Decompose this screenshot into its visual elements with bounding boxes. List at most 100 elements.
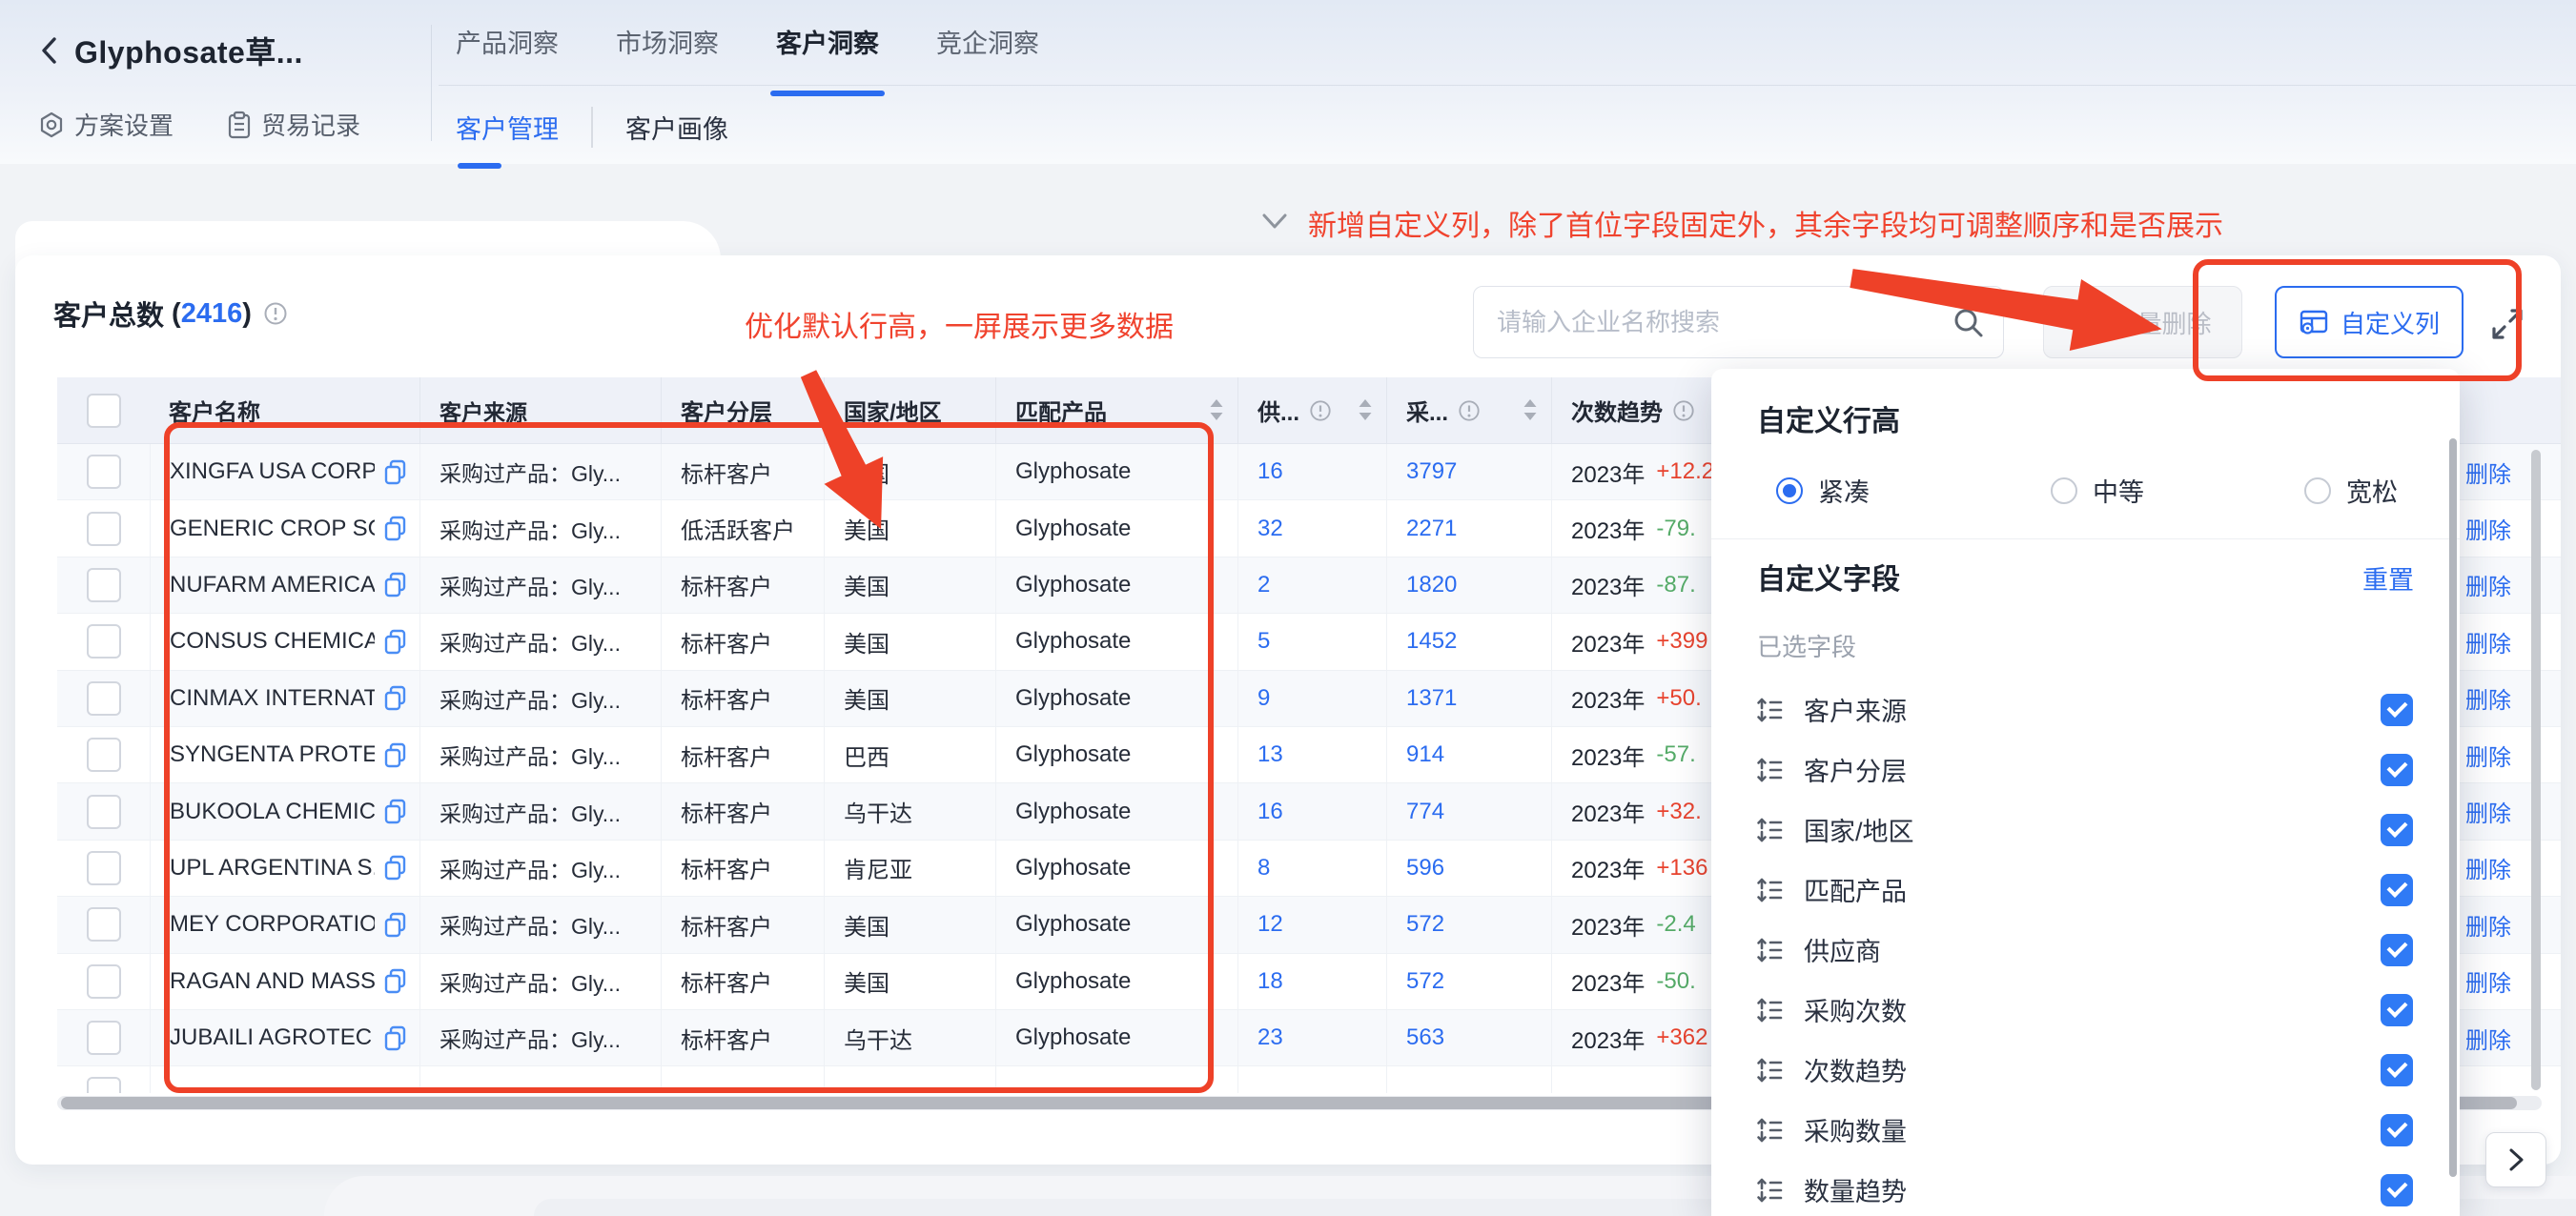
column-header[interactable]: 供... [1237,377,1386,443]
delete-row-link[interactable]: 删除 [2462,614,2561,670]
row-checkbox[interactable] [87,681,121,716]
next-page-button[interactable] [2485,1132,2546,1187]
field-checkbox[interactable] [2381,1174,2413,1206]
drag-handle-icon[interactable] [1754,755,1785,785]
row-checkbox[interactable] [87,964,121,999]
panel-scrollbar[interactable] [2449,438,2457,1177]
search-input[interactable] [1473,286,2004,358]
suppliers-link[interactable]: 12 [1257,911,1283,938]
trend-value: -79. [1656,516,1695,542]
purchase-count-link[interactable]: 1452 [1406,628,1457,655]
sub-tab[interactable]: 客户画像 [591,107,761,148]
sub-tab[interactable]: 客户管理 [456,107,591,148]
search-icon[interactable] [1951,305,1987,346]
delete-row-link[interactable]: 删除 [2462,1010,2561,1066]
delete-row-link[interactable]: 删除 [2462,671,2561,727]
field-checkbox[interactable] [2381,1054,2413,1086]
delete-row-link[interactable]: 删除 [2462,897,2561,953]
field-row[interactable]: 客户来源 [1711,679,2460,740]
info-icon[interactable] [1672,399,1695,422]
field-checkbox[interactable] [2381,754,2413,786]
scheme-settings-link[interactable]: 方案设置 [38,107,174,142]
purchase-count-link[interactable]: 572 [1406,968,1444,995]
drag-handle-icon[interactable] [1754,1175,1785,1206]
delete-row-link[interactable] [2462,1066,2561,1093]
field-row[interactable]: 供应商 [1711,920,2460,980]
drag-handle-icon[interactable] [1754,1115,1785,1145]
row-height-option[interactable]: 宽松 [2304,472,2398,509]
back-icon[interactable] [38,34,61,67]
sort-icon[interactable] [1209,398,1224,423]
purchase-count-link[interactable]: 596 [1406,855,1444,882]
suppliers-link[interactable]: 32 [1257,516,1283,542]
suppliers-link[interactable]: 8 [1257,855,1270,882]
field-checkbox[interactable] [2381,814,2413,846]
field-checkbox[interactable] [2381,874,2413,906]
sort-icon[interactable] [1523,398,1538,423]
delete-row-link[interactable]: 删除 [2462,727,2561,783]
purchase-count-link[interactable]: 1371 [1406,685,1457,712]
drag-handle-icon[interactable] [1754,995,1785,1025]
reset-link[interactable]: 重置 [2362,559,2414,597]
info-icon[interactable] [1309,399,1332,422]
delete-row-link[interactable]: 删除 [2462,557,2561,614]
suppliers-link[interactable]: 5 [1257,628,1270,655]
info-icon[interactable] [263,301,288,326]
field-row[interactable]: 采购次数 [1711,980,2460,1040]
delete-row-link[interactable]: 删除 [2462,444,2561,500]
row-checkbox[interactable] [87,795,121,829]
row-checkbox[interactable] [87,738,121,772]
row-checkbox[interactable] [87,907,121,942]
row-checkbox[interactable] [87,1077,121,1093]
field-checkbox[interactable] [2381,994,2413,1026]
drag-handle-icon[interactable] [1754,1055,1785,1085]
field-checkbox[interactable] [2381,1114,2413,1146]
field-row[interactable]: 匹配产品 [1711,860,2460,920]
column-header[interactable]: 采... [1386,377,1551,443]
suppliers-link[interactable]: 18 [1257,968,1283,995]
field-row[interactable]: 采购数量 [1711,1100,2460,1160]
suppliers-link[interactable]: 9 [1257,685,1270,712]
select-all-checkbox[interactable] [87,394,121,428]
field-row[interactable]: 国家/地区 [1711,800,2460,860]
drag-handle-icon[interactable] [1754,935,1785,965]
drag-handle-icon[interactable] [1754,815,1785,845]
drag-handle-icon[interactable] [1754,695,1785,725]
purchase-count-link[interactable]: 1820 [1406,572,1457,598]
purchase-count-link[interactable]: 3797 [1406,458,1457,485]
purchase-count-link[interactable]: 774 [1406,799,1444,825]
row-checkbox[interactable] [87,851,121,885]
row-checkbox[interactable] [87,1021,121,1055]
trade-records-link[interactable]: 贸易记录 [227,107,360,142]
suppliers-link[interactable]: 13 [1257,741,1283,768]
row-height-option[interactable]: 紧凑 [1776,472,1870,509]
row-checkbox[interactable] [87,455,121,489]
delete-row-link[interactable]: 删除 [2462,954,2561,1010]
drag-handle-icon[interactable] [1754,875,1785,905]
purchase-count-link[interactable]: 914 [1406,741,1444,768]
suppliers-link[interactable]: 16 [1257,458,1283,485]
row-checkbox[interactable] [87,624,121,659]
row-height-option[interactable]: 中等 [2051,472,2144,509]
sort-icon[interactable] [1358,398,1373,423]
row-checkbox[interactable] [87,512,121,546]
purchase-count-link[interactable]: 2271 [1406,516,1457,542]
delete-row-link[interactable]: 删除 [2462,500,2561,557]
table-vertical-scrollbar[interactable] [2531,450,2541,1090]
field-row[interactable]: 数量趋势 [1711,1160,2460,1216]
suppliers-link[interactable]: 16 [1257,799,1283,825]
suppliers-link[interactable]: 2 [1257,572,1270,598]
delete-row-link[interactable]: 删除 [2462,841,2561,897]
field-checkbox[interactable] [2381,694,2413,726]
purchase-count-link[interactable]: 572 [1406,911,1444,938]
row-checkbox[interactable] [87,568,121,602]
custom-fields-title: 自定义字段 [1757,556,1900,598]
delete-row-link[interactable]: 删除 [2462,783,2561,840]
info-icon[interactable] [1458,399,1481,422]
field-row[interactable]: 客户分层 [1711,740,2460,800]
purchase-count-link[interactable]: 563 [1406,1024,1444,1051]
field-checkbox[interactable] [2381,934,2413,966]
collapse-chevron-icon[interactable] [1260,212,1289,237]
suppliers-link[interactable]: 23 [1257,1024,1283,1051]
field-row[interactable]: 次数趋势 [1711,1040,2460,1100]
